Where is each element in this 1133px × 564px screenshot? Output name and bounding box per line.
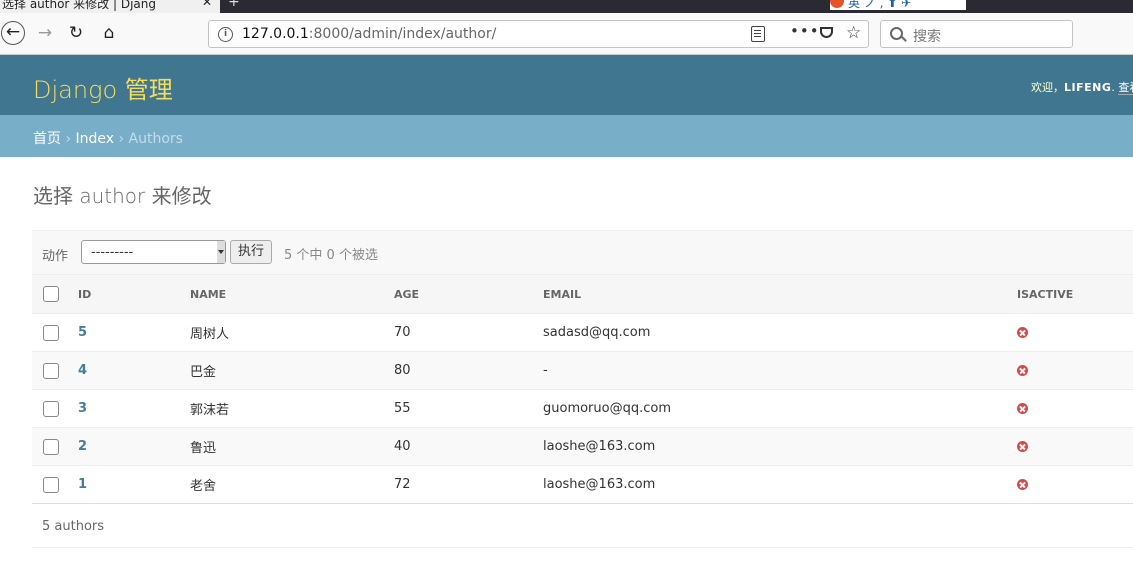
inactive-x-icon xyxy=(1017,403,1028,414)
tab-close-icon[interactable]: ✕ xyxy=(202,0,212,9)
row-age: 55 xyxy=(394,389,543,428)
bookmark-star-icon[interactable]: ☆ xyxy=(846,23,861,43)
browser-search-input[interactable]: 搜索 xyxy=(880,20,1073,48)
breadcrumb-separator: › xyxy=(114,131,129,147)
row-checkbox[interactable] xyxy=(43,324,59,341)
row-id-link[interactable]: 4 xyxy=(78,363,87,378)
inactive-x-icon xyxy=(1017,479,1028,490)
site-branding[interactable]: Django 管理 xyxy=(33,70,173,105)
browser-tab-strip: 选择 author 来修改 | Djang ✕ + 英 ノ , ⬆ ✈ xyxy=(0,0,1133,13)
row-age: 72 xyxy=(394,465,543,504)
url-bar[interactable]: i 127.0.0.1:8000/admin/index/author/ •••… xyxy=(208,20,869,48)
table-row: 1 老舍 72 laoshe@163.com xyxy=(32,465,1133,504)
row-email: laoshe@163.com xyxy=(543,427,1017,466)
inactive-x-icon xyxy=(1017,365,1028,376)
row-checkbox[interactable] xyxy=(43,362,59,379)
actions-bar: 动作 --------- 执行 5 个中 0 个被选 xyxy=(32,230,1133,275)
breadcrumb-home[interactable]: 首页 xyxy=(33,131,61,147)
back-button[interactable]: ← xyxy=(1,21,25,45)
search-placeholder: 搜索 xyxy=(913,29,941,45)
row-name: 鲁迅 xyxy=(190,427,394,466)
breadcrumb-app[interactable]: Index xyxy=(76,131,115,147)
row-name: 巴金 xyxy=(190,351,394,390)
breadcrumb-separator: › xyxy=(61,131,76,147)
results-table: ID NAME AGE EMAIL ISACTIVE 5 周树人 70 sada… xyxy=(32,274,1133,504)
column-header-isactive[interactable]: ISACTIVE xyxy=(1017,274,1133,314)
site-info-icon[interactable]: i xyxy=(218,27,233,42)
result-count: 5 authors xyxy=(42,519,105,534)
row-checkbox[interactable] xyxy=(43,438,59,455)
column-header-age[interactable]: AGE xyxy=(394,274,543,314)
url-path: :8000/admin/index/author/ xyxy=(308,26,497,42)
browser-tab[interactable]: 选择 author 来修改 | Djang ✕ xyxy=(0,0,220,13)
row-id-link[interactable]: 1 xyxy=(78,477,87,492)
ime-extension-bar[interactable]: 英 ノ , ⬆ ✈ xyxy=(830,0,966,10)
table-header-row: ID NAME AGE EMAIL ISACTIVE xyxy=(32,274,1133,314)
url-host: 127.0.0.1 xyxy=(242,26,309,42)
row-name: 郭沫若 xyxy=(190,389,394,428)
ime-extension-text: 英 ノ , ⬆ ✈ xyxy=(848,0,912,10)
row-id-link[interactable]: 2 xyxy=(78,439,87,454)
ime-logo-icon xyxy=(830,0,844,8)
row-id-link[interactable]: 5 xyxy=(78,325,87,340)
search-icon xyxy=(890,27,903,40)
column-header-name[interactable]: NAME xyxy=(190,274,394,314)
row-email: - xyxy=(543,351,1017,390)
chevron-down-icon xyxy=(217,241,225,263)
row-email: guomoruo@qq.com xyxy=(543,389,1017,428)
selection-counter: 5 个中 0 个被选 xyxy=(284,248,378,263)
select-all-cell xyxy=(32,274,78,314)
table-row: 5 周树人 70 sadasd@qq.com xyxy=(32,313,1133,352)
welcome-text: 欢迎， xyxy=(1031,81,1064,94)
row-checkbox[interactable] xyxy=(43,400,59,417)
action-select-value: --------- xyxy=(91,245,134,260)
reader-view-icon[interactable] xyxy=(751,26,765,42)
admin-header: Django 管理 欢迎，LIFENG. 查看 xyxy=(0,55,1133,115)
column-header-id[interactable]: ID xyxy=(78,274,190,314)
row-email: sadasd@qq.com xyxy=(543,313,1017,352)
go-button[interactable]: 执行 xyxy=(230,240,272,264)
action-label: 动作 xyxy=(42,249,69,264)
row-age: 40 xyxy=(394,427,543,466)
select-all-checkbox[interactable] xyxy=(43,286,59,302)
row-name: 老舍 xyxy=(190,465,394,504)
row-id-link[interactable]: 3 xyxy=(78,401,87,416)
reload-button[interactable]: ↻ xyxy=(64,21,88,45)
inactive-x-icon xyxy=(1017,327,1028,338)
row-age: 70 xyxy=(394,313,543,352)
column-header-email[interactable]: EMAIL xyxy=(543,274,1017,314)
row-email: laoshe@163.com xyxy=(543,465,1017,504)
row-name: 周树人 xyxy=(190,313,394,352)
home-button[interactable]: ⌂ xyxy=(97,21,121,45)
browser-toolbar: ← → ↻ ⌂ i 127.0.0.1:8000/admin/index/aut… xyxy=(0,13,1133,55)
table-row: 4 巴金 80 - xyxy=(32,351,1133,390)
paginator: 5 authors xyxy=(32,503,1133,548)
table-row: 3 郭沫若 55 guomoruo@qq.com xyxy=(32,389,1133,428)
breadcrumb-current: Authors xyxy=(128,131,183,147)
url-text[interactable]: 127.0.0.1:8000/admin/index/author/ xyxy=(242,26,496,42)
user-tools: 欢迎，LIFENG. 查看 xyxy=(1031,79,1133,95)
table-row: 2 鲁迅 40 laoshe@163.com xyxy=(32,427,1133,466)
username: LIFENG xyxy=(1064,81,1112,94)
inactive-x-icon xyxy=(1017,441,1028,452)
row-checkbox[interactable] xyxy=(43,476,59,493)
pocket-icon[interactable] xyxy=(820,27,833,38)
view-site-link[interactable]: 查看 xyxy=(1118,81,1133,95)
action-select[interactable]: --------- xyxy=(81,240,226,264)
page-title: 选择 author 来修改 xyxy=(33,184,212,208)
page-actions-icon[interactable]: ••• xyxy=(790,22,820,40)
tab-title: 选择 author 来修改 | Djang xyxy=(2,0,156,11)
new-tab-icon[interactable]: + xyxy=(228,0,240,10)
breadcrumb: 首页 › Index › Authors xyxy=(0,115,1133,157)
row-age: 80 xyxy=(394,351,543,390)
forward-button[interactable]: → xyxy=(33,21,57,45)
